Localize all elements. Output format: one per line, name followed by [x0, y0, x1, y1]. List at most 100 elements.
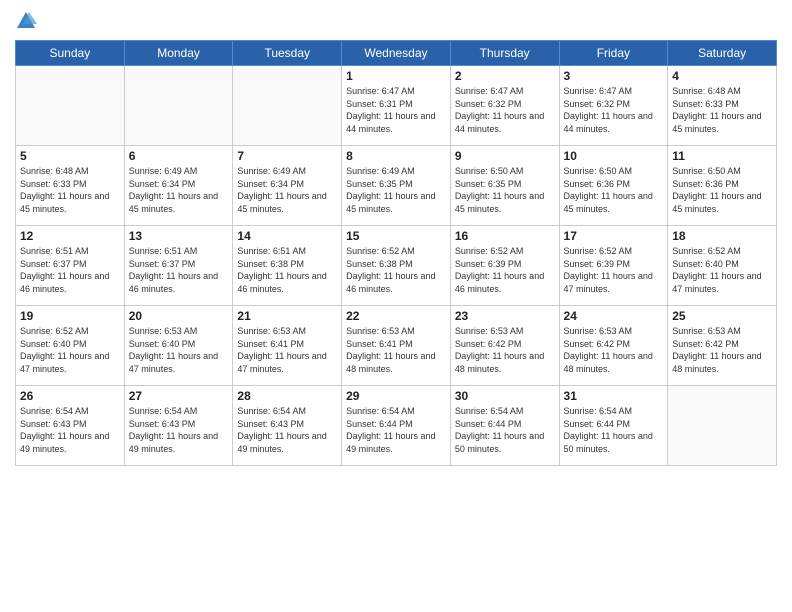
cell-info: Sunrise: 6:51 AMSunset: 6:37 PMDaylight:…: [129, 245, 229, 295]
day-number: 22: [346, 309, 446, 323]
day-number: 2: [455, 69, 555, 83]
calendar-cell: 29 Sunrise: 6:54 AMSunset: 6:44 PMDayligh…: [342, 386, 451, 466]
calendar-week-2: 12Sunrise: 6:51 AMSunset: 6:37 PMDayligh…: [16, 226, 777, 306]
day-number: 9: [455, 149, 555, 163]
calendar-cell: 27 Sunrise: 6:54 AMSunset: 6:43 PMDayligh…: [124, 386, 233, 466]
calendar-cell: 22Sunrise: 6:53 AMSunset: 6:41 PMDayligh…: [342, 306, 451, 386]
day-number: 28: [237, 389, 337, 403]
calendar-cell: 26 Sunrise: 6:54 AMSunset: 6:43 PMDayligh…: [16, 386, 125, 466]
day-number: 15: [346, 229, 446, 243]
day-number: 18: [672, 229, 772, 243]
cell-info: Sunrise: 6:51 AMSunset: 6:38 PMDaylight:…: [237, 245, 337, 295]
logo-icon: [15, 10, 37, 32]
calendar-cell: 8 Sunrise: 6:49 AMSunset: 6:35 PMDaylight…: [342, 146, 451, 226]
calendar-cell: 24 Sunrise: 6:53 AMSunset: 6:42 PMDayligh…: [559, 306, 668, 386]
calendar-cell: 20 Sunrise: 6:53 AMSunset: 6:40 PMDayligh…: [124, 306, 233, 386]
calendar-cell: [668, 386, 777, 466]
cell-info: Sunrise: 6:54 AMSunset: 6:44 PMDaylight:…: [346, 405, 446, 455]
cell-info: Sunrise: 6:53 AMSunset: 6:41 PMDaylight:…: [237, 325, 337, 375]
calendar-week-1: 5 Sunrise: 6:48 AMSunset: 6:33 PMDaylight…: [16, 146, 777, 226]
day-number: 29: [346, 389, 446, 403]
page: SundayMondayTuesdayWednesdayThursdayFrid…: [0, 0, 792, 612]
calendar-week-0: 1 Sunrise: 6:47 AMSunset: 6:31 PMDaylight…: [16, 66, 777, 146]
cell-info: Sunrise: 6:50 AMSunset: 6:36 PMDaylight:…: [672, 165, 772, 215]
day-number: 25: [672, 309, 772, 323]
calendar-week-3: 19Sunrise: 6:52 AMSunset: 6:40 PMDayligh…: [16, 306, 777, 386]
day-number: 6: [129, 149, 229, 163]
calendar-cell: 17 Sunrise: 6:52 AMSunset: 6:39 PMDayligh…: [559, 226, 668, 306]
day-number: 21: [237, 309, 337, 323]
cell-info: Sunrise: 6:47 AMSunset: 6:31 PMDaylight:…: [346, 85, 446, 135]
day-number: 24: [564, 309, 664, 323]
day-number: 27: [129, 389, 229, 403]
day-number: 20: [129, 309, 229, 323]
day-number: 8: [346, 149, 446, 163]
calendar-cell: 13 Sunrise: 6:51 AMSunset: 6:37 PMDayligh…: [124, 226, 233, 306]
day-header-wednesday: Wednesday: [342, 41, 451, 66]
cell-info: Sunrise: 6:54 AMSunset: 6:44 PMDaylight:…: [564, 405, 664, 455]
cell-info: Sunrise: 6:47 AMSunset: 6:32 PMDaylight:…: [455, 85, 555, 135]
calendar-cell: 3Sunrise: 6:47 AMSunset: 6:32 PMDaylight…: [559, 66, 668, 146]
day-number: 31: [564, 389, 664, 403]
cell-info: Sunrise: 6:49 AMSunset: 6:34 PMDaylight:…: [129, 165, 229, 215]
day-number: 1: [346, 69, 446, 83]
day-number: 3: [564, 69, 664, 83]
header: [15, 10, 777, 32]
cell-info: Sunrise: 6:49 AMSunset: 6:35 PMDaylight:…: [346, 165, 446, 215]
day-number: 30: [455, 389, 555, 403]
cell-info: Sunrise: 6:51 AMSunset: 6:37 PMDaylight:…: [20, 245, 120, 295]
cell-info: Sunrise: 6:54 AMSunset: 6:43 PMDaylight:…: [237, 405, 337, 455]
calendar-cell: 19Sunrise: 6:52 AMSunset: 6:40 PMDayligh…: [16, 306, 125, 386]
day-number: 13: [129, 229, 229, 243]
calendar-cell: 4 Sunrise: 6:48 AMSunset: 6:33 PMDaylight…: [668, 66, 777, 146]
day-number: 26: [20, 389, 120, 403]
day-header-thursday: Thursday: [450, 41, 559, 66]
calendar-cell: [124, 66, 233, 146]
cell-info: Sunrise: 6:52 AMSunset: 6:40 PMDaylight:…: [672, 245, 772, 295]
calendar-cell: [233, 66, 342, 146]
calendar-cell: 9Sunrise: 6:50 AMSunset: 6:35 PMDaylight…: [450, 146, 559, 226]
cell-info: Sunrise: 6:54 AMSunset: 6:43 PMDaylight:…: [129, 405, 229, 455]
day-header-sunday: Sunday: [16, 41, 125, 66]
calendar-cell: 5 Sunrise: 6:48 AMSunset: 6:33 PMDaylight…: [16, 146, 125, 226]
calendar-week-4: 26 Sunrise: 6:54 AMSunset: 6:43 PMDayligh…: [16, 386, 777, 466]
day-number: 4: [672, 69, 772, 83]
cell-info: Sunrise: 6:52 AMSunset: 6:39 PMDaylight:…: [564, 245, 664, 295]
cell-info: Sunrise: 6:54 AMSunset: 6:44 PMDaylight:…: [455, 405, 555, 455]
cell-info: Sunrise: 6:54 AMSunset: 6:43 PMDaylight:…: [20, 405, 120, 455]
calendar-cell: 15Sunrise: 6:52 AMSunset: 6:38 PMDayligh…: [342, 226, 451, 306]
day-header-friday: Friday: [559, 41, 668, 66]
day-number: 16: [455, 229, 555, 243]
calendar-cell: 21 Sunrise: 6:53 AMSunset: 6:41 PMDayligh…: [233, 306, 342, 386]
cell-info: Sunrise: 6:48 AMSunset: 6:33 PMDaylight:…: [20, 165, 120, 215]
day-header-tuesday: Tuesday: [233, 41, 342, 66]
calendar-cell: 31 Sunrise: 6:54 AMSunset: 6:44 PMDayligh…: [559, 386, 668, 466]
day-header-monday: Monday: [124, 41, 233, 66]
cell-info: Sunrise: 6:48 AMSunset: 6:33 PMDaylight:…: [672, 85, 772, 135]
cell-info: Sunrise: 6:53 AMSunset: 6:42 PMDaylight:…: [455, 325, 555, 375]
cell-info: Sunrise: 6:53 AMSunset: 6:40 PMDaylight:…: [129, 325, 229, 375]
cell-info: Sunrise: 6:53 AMSunset: 6:42 PMDaylight:…: [564, 325, 664, 375]
day-number: 11: [672, 149, 772, 163]
calendar-cell: 11 Sunrise: 6:50 AMSunset: 6:36 PMDayligh…: [668, 146, 777, 226]
calendar-cell: 14 Sunrise: 6:51 AMSunset: 6:38 PMDayligh…: [233, 226, 342, 306]
day-number: 14: [237, 229, 337, 243]
calendar-cell: 12Sunrise: 6:51 AMSunset: 6:37 PMDayligh…: [16, 226, 125, 306]
calendar-cell: 23Sunrise: 6:53 AMSunset: 6:42 PMDayligh…: [450, 306, 559, 386]
calendar-cell: 18 Sunrise: 6:52 AMSunset: 6:40 PMDayligh…: [668, 226, 777, 306]
calendar-cell: 7Sunrise: 6:49 AMSunset: 6:34 PMDaylight…: [233, 146, 342, 226]
cell-info: Sunrise: 6:49 AMSunset: 6:34 PMDaylight:…: [237, 165, 337, 215]
day-number: 19: [20, 309, 120, 323]
calendar: SundayMondayTuesdayWednesdayThursdayFrid…: [15, 40, 777, 466]
day-number: 5: [20, 149, 120, 163]
day-header-saturday: Saturday: [668, 41, 777, 66]
calendar-cell: 6 Sunrise: 6:49 AMSunset: 6:34 PMDaylight…: [124, 146, 233, 226]
cell-info: Sunrise: 6:50 AMSunset: 6:36 PMDaylight:…: [564, 165, 664, 215]
calendar-cell: 16 Sunrise: 6:52 AMSunset: 6:39 PMDayligh…: [450, 226, 559, 306]
cell-info: Sunrise: 6:52 AMSunset: 6:39 PMDaylight:…: [455, 245, 555, 295]
calendar-header-row: SundayMondayTuesdayWednesdayThursdayFrid…: [16, 41, 777, 66]
calendar-cell: 25 Sunrise: 6:53 AMSunset: 6:42 PMDayligh…: [668, 306, 777, 386]
cell-info: Sunrise: 6:53 AMSunset: 6:42 PMDaylight:…: [672, 325, 772, 375]
calendar-cell: 10Sunrise: 6:50 AMSunset: 6:36 PMDayligh…: [559, 146, 668, 226]
day-number: 17: [564, 229, 664, 243]
